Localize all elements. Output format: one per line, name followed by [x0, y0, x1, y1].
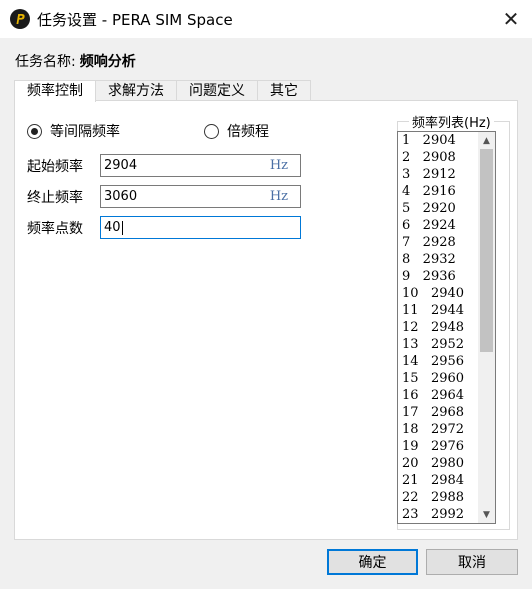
- list-item[interactable]: 14 2956: [398, 353, 480, 370]
- frequency-listbox[interactable]: 1 2904 2 2908 3 2912 4 2916 5 2920 6 2924 7 29…: [397, 131, 496, 524]
- list-item[interactable]: 3 2912: [398, 166, 480, 183]
- radio-unchecked-icon: [204, 123, 219, 139]
- list-item[interactable]: 7 2928: [398, 234, 480, 251]
- list-item[interactable]: 21 2984: [398, 472, 480, 489]
- end-frequency-value: 3060: [104, 189, 138, 204]
- list-item[interactable]: 9 2936: [398, 268, 480, 285]
- list-item[interactable]: 2 2908: [398, 149, 480, 166]
- list-item[interactable]: 15 2960: [398, 370, 480, 387]
- close-icon: ✕: [502, 7, 520, 31]
- list-item[interactable]: 8 2932: [398, 251, 480, 268]
- frequency-points-label: 频率点数: [27, 221, 83, 237]
- radio-equal-interval-label: 等间隔频率: [50, 124, 120, 140]
- tab-bar: 频率控制 求解方法 问题定义 其它: [14, 80, 311, 102]
- list-item[interactable]: 13 2952: [398, 336, 480, 353]
- list-item[interactable]: 16 2964: [398, 387, 480, 404]
- pera-logo-icon: [10, 9, 30, 29]
- frequency-points-input[interactable]: 40: [100, 216, 301, 239]
- tab-other[interactable]: 其它: [257, 80, 311, 101]
- list-item[interactable]: 23 2992: [398, 506, 480, 523]
- text-caret: [121, 220, 123, 235]
- list-item[interactable]: 17 2968: [398, 404, 480, 421]
- frequency-list-title: 频率列表(Hz): [409, 112, 494, 131]
- frequency-points-value: 40: [104, 220, 121, 235]
- radio-octave-label: 倍频程: [227, 124, 269, 140]
- window-title: 任务设置 - PERA SIM Space: [37, 11, 233, 29]
- list-item[interactable]: 12 2948: [398, 319, 480, 336]
- frequency-list-items: 1 2904 2 2908 3 2912 4 2916 5 2920 6 2924 7 29…: [398, 132, 480, 523]
- title-bar: 任务设置 - PERA SIM Space ✕: [0, 0, 532, 38]
- chevron-down-icon[interactable]: ▼: [478, 506, 495, 523]
- tab-frequency-control[interactable]: 频率控制: [14, 80, 96, 102]
- scroll-thumb[interactable]: [480, 149, 493, 352]
- end-frequency-label: 终止频率: [27, 190, 83, 206]
- start-frequency-value: 2904: [104, 158, 138, 173]
- start-frequency-label: 起始频率: [27, 159, 83, 175]
- ok-button[interactable]: 确定: [327, 549, 418, 575]
- list-item[interactable]: 22 2988: [398, 489, 480, 506]
- list-item[interactable]: 5 2920: [398, 200, 480, 217]
- cancel-button[interactable]: 取消: [426, 549, 518, 575]
- close-button[interactable]: ✕: [496, 4, 526, 34]
- tab-solve-method[interactable]: 求解方法: [95, 80, 177, 101]
- list-scrollbar[interactable]: ▲ ▼: [478, 132, 495, 523]
- radio-equal-interval[interactable]: 等间隔频率: [27, 121, 120, 141]
- chevron-up-icon[interactable]: ▲: [478, 132, 495, 149]
- task-name-value: 频响分析: [79, 54, 136, 70]
- list-item[interactable]: 6 2924: [398, 217, 480, 234]
- radio-octave[interactable]: 倍频程: [204, 121, 269, 141]
- start-frequency-unit: Hz: [269, 158, 288, 173]
- start-frequency-input[interactable]: 2904 Hz: [100, 154, 301, 177]
- list-item[interactable]: 20 2980: [398, 455, 480, 472]
- list-item[interactable]: 1 2904: [398, 132, 480, 149]
- task-name-row: 任务名称: 频响分析: [15, 51, 136, 71]
- list-item[interactable]: 10 2940: [398, 285, 480, 302]
- list-item[interactable]: 18 2972: [398, 421, 480, 438]
- list-item[interactable]: 4 2916: [398, 183, 480, 200]
- tab-problem-definition[interactable]: 问题定义: [176, 80, 258, 101]
- list-item[interactable]: 11 2944: [398, 302, 480, 319]
- end-frequency-unit: Hz: [269, 189, 288, 204]
- end-frequency-input[interactable]: 3060 Hz: [100, 185, 301, 208]
- list-item[interactable]: 19 2976: [398, 438, 480, 455]
- task-name-label: 任务名称:: [15, 54, 76, 70]
- radio-checked-icon: [27, 123, 42, 139]
